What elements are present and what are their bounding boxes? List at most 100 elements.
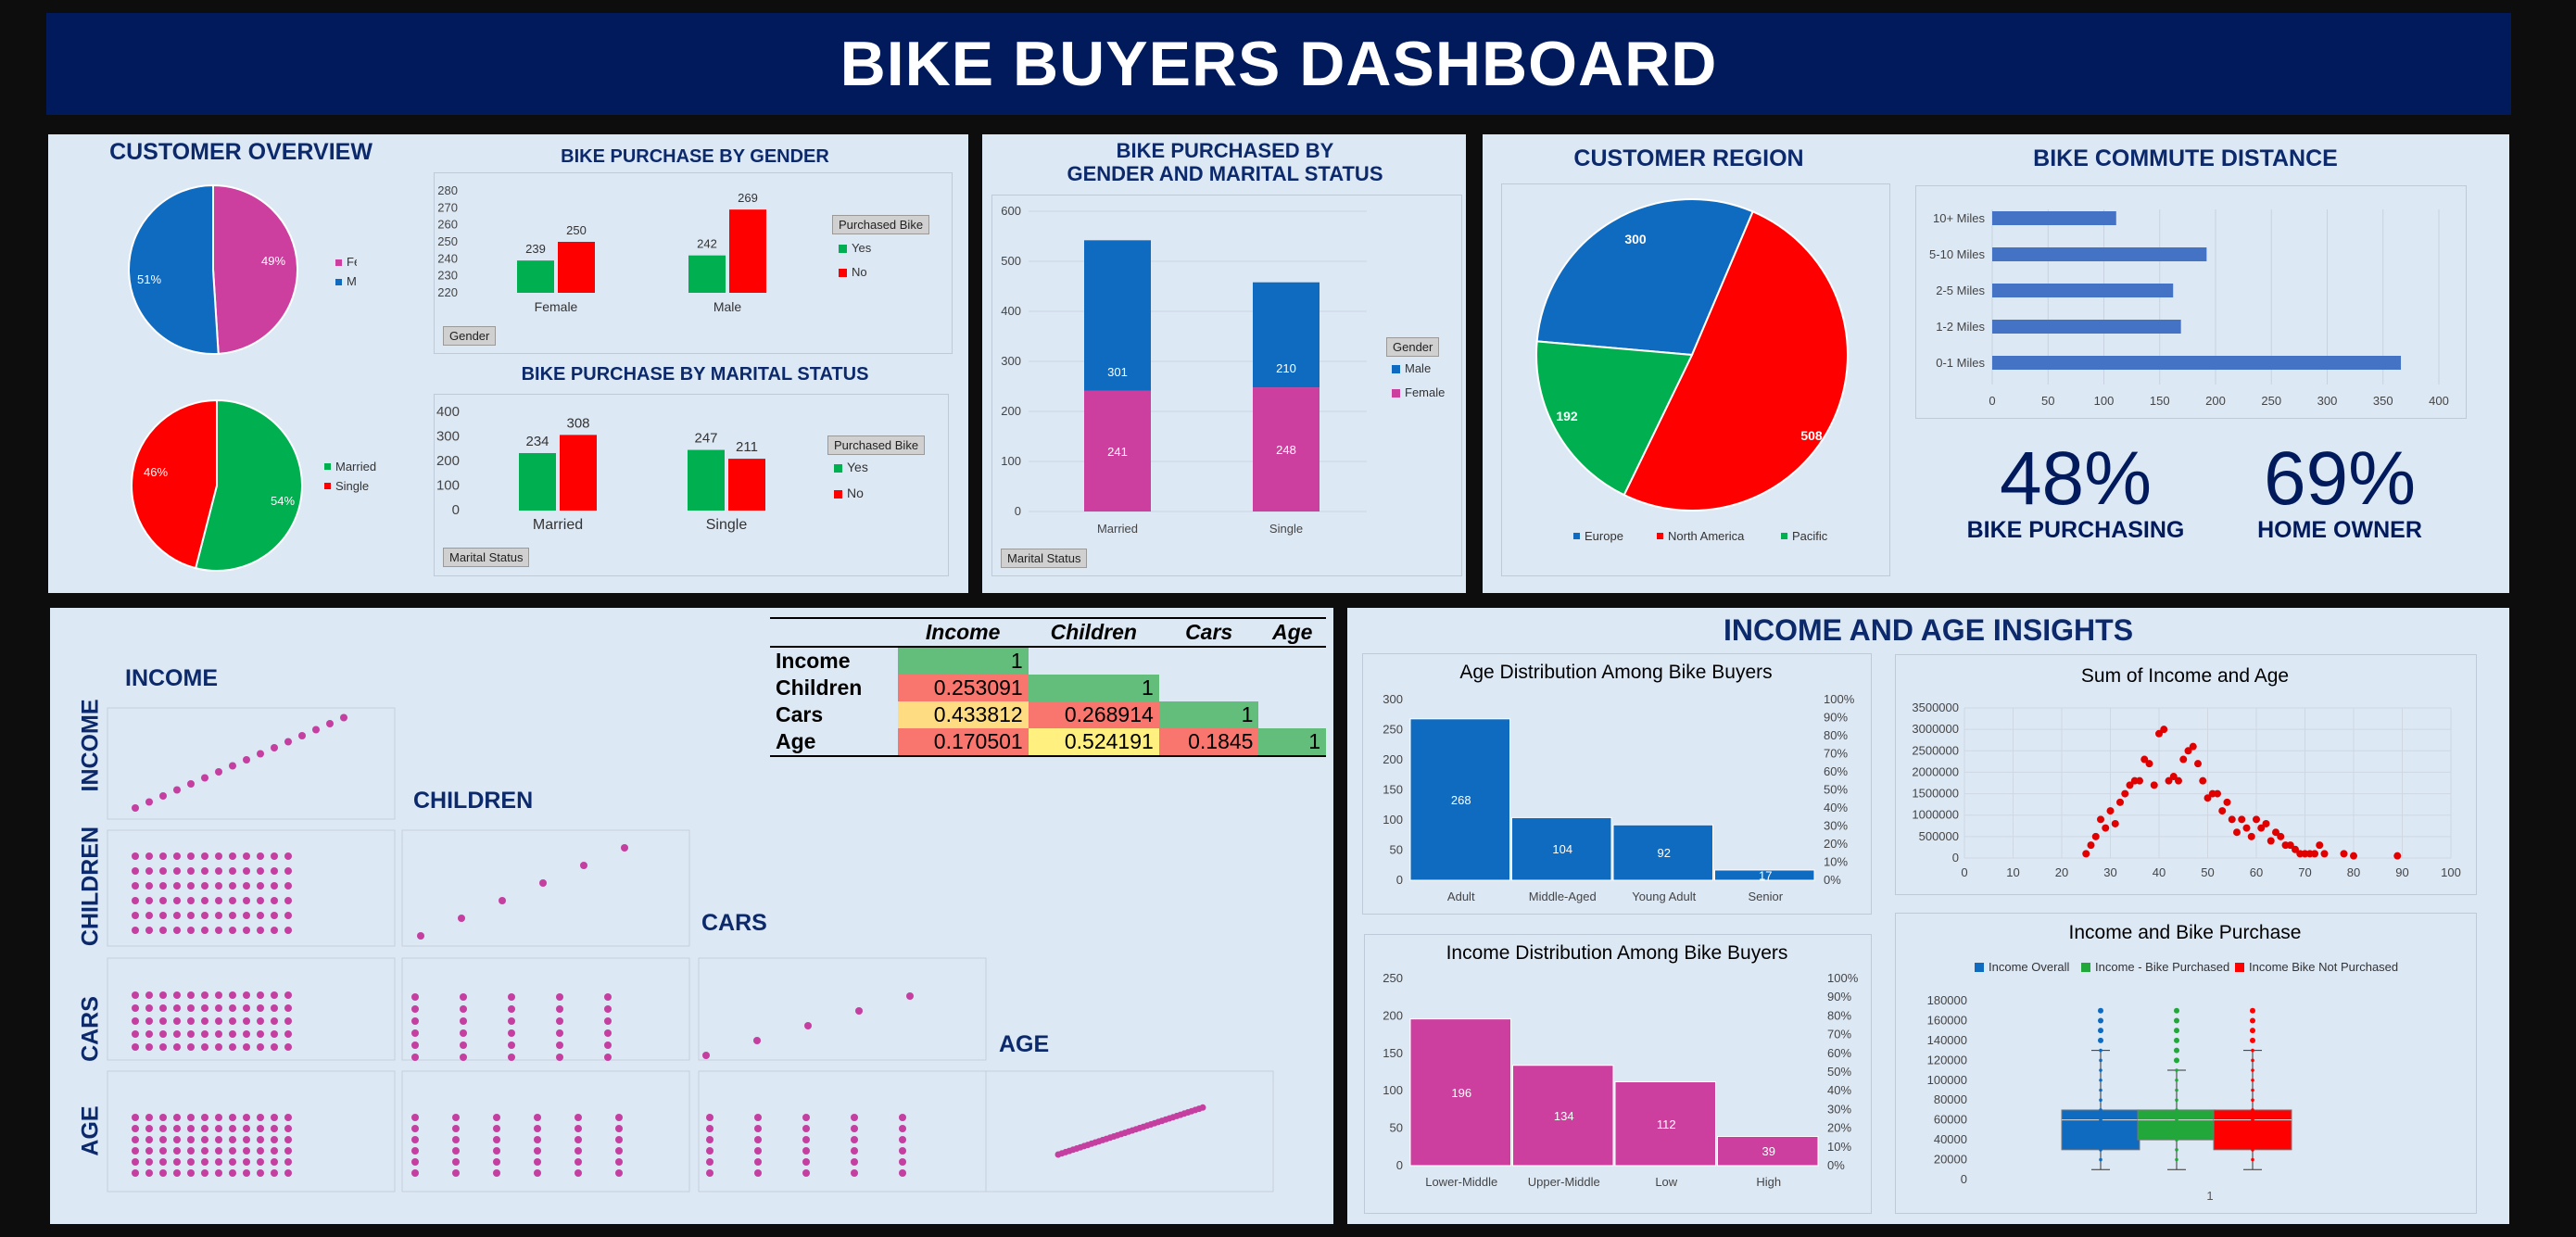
customer-overview-title: CUSTOMER OVERVIEW [109,139,373,165]
matrix-point [187,1147,195,1155]
matrix-point [899,1147,906,1155]
matrix-point [508,1017,515,1025]
matrix-point [201,927,208,934]
category-label: Middle-Aged [1529,890,1597,903]
marital-status-filter[interactable]: Marital Status [1001,549,1088,568]
matrix-point [411,1169,419,1177]
legend-north-america: North America [1668,529,1745,543]
matrix-point [493,1147,500,1155]
matrix-point [802,1147,810,1155]
scatter-point [2136,776,2143,785]
scatter-point [2102,824,2110,832]
matrix-point [215,1030,222,1038]
x-tick-label: 150 [2150,394,2170,408]
y-tick-label: 160000 [1927,1013,1967,1027]
y-tick-label: 300 [1001,354,1021,368]
matrix-point [243,1030,250,1038]
matrix-point [145,991,153,999]
matrix-point [243,756,250,764]
y-tick-label: 400 [436,404,460,420]
matrix-point [257,1043,264,1051]
data-label: 39 [1762,1144,1775,1158]
y-tick-label: 220 [437,285,458,299]
matrix-point [145,1158,153,1166]
legend-married: Married [335,460,376,473]
matrix-point [851,1158,858,1166]
matrix-point [411,1029,419,1037]
box-rect [2137,1109,2216,1141]
matrix-point [411,1041,419,1049]
category-label: 0-1 Miles [1936,356,1985,370]
gender-filter-button[interactable]: Gender [443,326,497,346]
data-label: 239 [525,242,546,256]
matrix-cell [698,957,987,1061]
data-point [2099,1157,2102,1162]
y-tick-label: 3500000 [1912,701,1959,714]
matrix-point [411,1114,419,1121]
matrix-point [243,912,250,919]
purchased-bike-slicer[interactable]: Purchased Bike [832,215,930,234]
matrix-point [493,1136,500,1143]
matrix-point [215,927,222,934]
x-tick-label: 70 [2298,865,2311,879]
matrix-point [187,1169,195,1177]
y-tick-label: 0 [1396,873,1403,887]
matrix-point [229,1030,236,1038]
matrix-point [229,912,236,919]
matrix-point [145,852,153,860]
matrix-point [229,1125,236,1132]
matrix-point [851,1169,858,1177]
matrix-point [284,1004,292,1012]
matrix-point [173,897,181,904]
matrix-point [575,1114,582,1121]
matrix-point [173,991,181,999]
matrix-point [132,1147,139,1155]
purchased-bike-slicer-2[interactable]: Purchased Bike [827,435,926,455]
x-tick-label: 0 [1989,394,1995,408]
y-tick-label: 250 [437,234,458,248]
matrix-point [145,1169,153,1177]
data-point [2175,1128,2178,1132]
legend-yes-2: Yes [834,460,868,474]
matrix-point [284,738,292,746]
legend-female-stacked: Female [1392,385,1445,399]
matrix-point [284,912,292,919]
matrix-point [215,768,222,776]
matrix-point [159,792,167,800]
x-tick-label: 60 [2250,865,2263,879]
marital-bar-title: BIKE PURCHASE BY MARITAL STATUS [521,364,869,385]
matrix-point [229,991,236,999]
matrix-point [257,1158,264,1166]
scatter-point [2316,841,2324,850]
matrix-point [173,1114,181,1121]
matrix-point [575,1136,582,1143]
x-tick-label: 90 [2395,865,2408,879]
data-point [2099,1018,2102,1023]
gender-slicer[interactable]: Gender [1386,337,1440,357]
marital-filter-button[interactable]: Marital Status [443,548,530,567]
category-label: Male [713,299,742,314]
matrix-point [257,1169,264,1177]
data-point [2099,1128,2102,1132]
matrix-point [145,1043,153,1051]
box-x-label: 1 [2206,1189,2213,1203]
box-legend-overall: Income Overall [1989,960,2070,974]
box-legend-not-purchased: Income Bike Not Purchased [2249,960,2398,974]
matrix-point [257,852,264,860]
matrix-point [271,1158,278,1166]
scatter-point [2311,850,2318,858]
matrix-point [615,1147,623,1155]
matrix-point [132,897,139,904]
matrix-point [243,1147,250,1155]
matrix-point [284,1158,292,1166]
commute-bar [1992,320,2181,334]
scatter-point [2116,798,2124,806]
matrix-point [411,1125,419,1132]
matrix-point [159,852,167,860]
category-label: Upper-Middle [1528,1175,1600,1189]
matrix-point [411,1136,419,1143]
matrix-point [452,1158,460,1166]
gender-bar-svg: 220 230 240 250 260 270 280 239 250 Female 242 269 M… [437,183,766,314]
y-tick-label: 500000 [1919,829,1959,843]
matrix-point [851,1136,858,1143]
